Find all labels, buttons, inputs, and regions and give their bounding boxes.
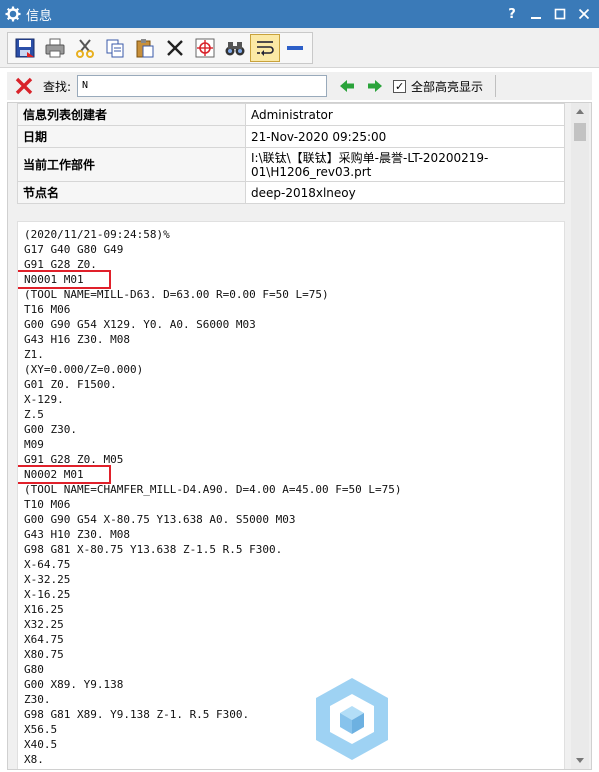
code-line: G00 G90 G54 X129. Y0. A0. S6000 M03 [24, 318, 256, 331]
table-row: 节点名 deep-2018xlneoy [17, 181, 565, 204]
close-button[interactable] [573, 3, 595, 25]
code-line: G98 G81 X89. Y9.138 Z-1. R.5 F300. [24, 708, 250, 721]
save-icon[interactable] [10, 34, 40, 62]
info-content: 信息列表创建者 Administrator 日期 21-Nov-2020 09:… [7, 102, 592, 770]
collapse-icon[interactable] [280, 34, 310, 62]
code-line: X64.75 [24, 633, 64, 646]
code-line: X-16.25 [24, 588, 71, 601]
code-line: X-129. [24, 393, 64, 406]
code-line: G00 X89. Y9.138 [24, 678, 124, 691]
find-bar: 查找: N ✓ 全部高亮显示 [7, 72, 592, 100]
table-row: 当前工作部件 I:\联钛\【联钛】采购单-晨誉-LT-20200219- 01\… [17, 147, 565, 182]
code-line: (TOOL NAME=CHAMFER_MILL-D4.A90. D=4.00 A… [24, 483, 402, 496]
find-input[interactable]: N [77, 75, 328, 97]
highlight-all-label: 全部高亮显示 [411, 79, 484, 94]
code-line: M09 [24, 438, 44, 451]
info-value: 21-Nov-2020 09:25:00 [245, 125, 565, 148]
clear-find-icon[interactable] [11, 74, 37, 98]
scroll-down-icon[interactable] [571, 753, 589, 769]
delete-icon[interactable] [160, 34, 190, 62]
info-key: 节点名 [17, 181, 246, 204]
info-value: I:\联钛\【联钛】采购单-晨誉-LT-20200219- 01\H1206_r… [245, 147, 565, 182]
info-key: 日期 [17, 125, 246, 148]
minimize-button[interactable] [525, 3, 547, 25]
code-line: G01 Z0. F1500. [24, 378, 117, 391]
code-line: X80.75 [24, 648, 64, 661]
toolbar-group [7, 32, 313, 64]
gear-icon [2, 0, 24, 28]
print-icon[interactable] [40, 34, 70, 62]
code-line: X56.5 [24, 723, 58, 736]
code-line: X-64.75 [24, 558, 71, 571]
code-line: Z1. [24, 348, 44, 361]
code-line: (TOOL NAME=MILL-D63. D=63.00 R=0.00 F=50… [24, 288, 329, 301]
copy-icon[interactable] [100, 34, 130, 62]
title-bar: 信息 ? [0, 0, 599, 28]
binoculars-icon[interactable] [220, 34, 250, 62]
code-line: X40.5 [24, 738, 58, 751]
code-line: T10 M06 [24, 498, 71, 511]
info-key: 信息列表创建者 [17, 103, 246, 126]
code-line: G43 H16 Z30. M08 [24, 333, 130, 346]
code-line: Z.5 [24, 408, 44, 421]
code-line: G00 G90 G54 X-80.75 Y13.638 A0. S5000 M0… [24, 513, 296, 526]
code-listing[interactable]: (2020/11/21-09:24:58)% G17 G40 G80 G49 G91… [17, 221, 565, 769]
code-line: G00 Z30. [24, 423, 77, 436]
maximize-button[interactable] [549, 3, 571, 25]
code-line: T16 M06 [24, 303, 71, 316]
find-previous-icon[interactable] [335, 74, 359, 98]
table-row: 信息列表创建者 Administrator [17, 103, 565, 126]
crosshair-icon[interactable] [190, 34, 220, 62]
find-next-icon[interactable] [363, 74, 387, 98]
info-value: deep-2018xlneoy [245, 181, 565, 204]
help-button[interactable]: ? [501, 3, 523, 25]
code-line: G80 [24, 663, 44, 676]
code-line: X32.25 [24, 618, 64, 631]
info-value-line: I:\联钛\【联钛】采购单-晨誉-LT-20200219- [251, 150, 489, 165]
info-table: 信息列表创建者 Administrator 日期 21-Nov-2020 09:… [17, 103, 565, 204]
watermark-logo-icon [314, 676, 390, 762]
toolbar [0, 28, 599, 68]
code-line: Z30. [24, 693, 51, 706]
scroll-up-icon[interactable] [571, 103, 589, 119]
info-key: 当前工作部件 [17, 147, 246, 182]
find-separator [495, 75, 497, 97]
window-title: 信息 [26, 8, 53, 24]
code-line: X8. [24, 753, 44, 766]
code-line: G17 G40 G80 G49 [24, 243, 124, 256]
cut-icon[interactable] [70, 34, 100, 62]
code-line: X16.25 [24, 603, 64, 616]
vertical-scrollbar[interactable] [571, 103, 589, 769]
info-value: Administrator [245, 103, 565, 126]
find-label: 查找: [43, 79, 72, 94]
highlight-all-checkbox[interactable]: ✓ [393, 79, 407, 93]
wrap-text-icon[interactable] [250, 34, 280, 62]
code-line: G98 G81 X-80.75 Y13.638 Z-1.5 R.5 F300. [24, 543, 283, 556]
code-line: (XY=0.000/Z=0.000) [24, 363, 144, 376]
code-line: G43 H10 Z30. M08 [24, 528, 130, 541]
code-line: (2020/11/21-09:24:58)% [24, 228, 170, 241]
info-value-line: 01\H1206_rev03.prt [251, 164, 372, 179]
table-row: 日期 21-Nov-2020 09:25:00 [17, 125, 565, 148]
scrollbar-thumb[interactable] [574, 123, 586, 141]
code-line: X-32.25 [24, 573, 71, 586]
paste-icon[interactable] [130, 34, 160, 62]
